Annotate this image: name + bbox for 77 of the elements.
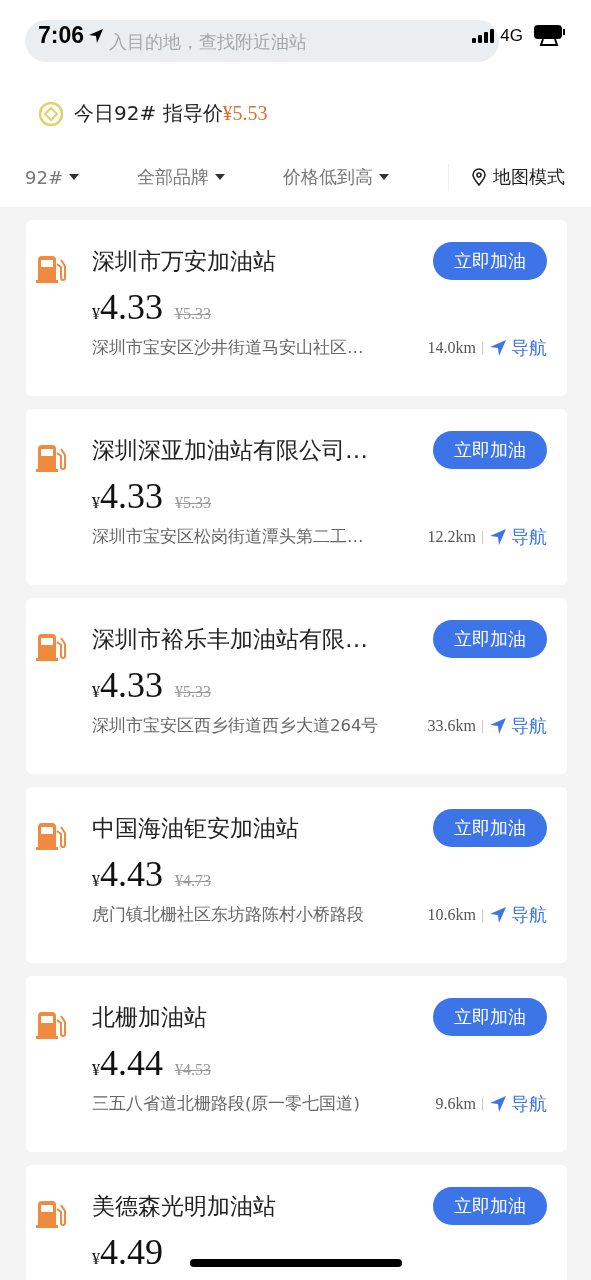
navigation-arrow-icon — [489, 906, 507, 924]
navigate-link[interactable]: 导航 — [489, 1092, 547, 1116]
refuel-button[interactable]: 立即加油 — [433, 1187, 547, 1225]
station-price: 4.33 — [100, 664, 163, 706]
filter-dropdown[interactable]: 全部品牌 — [137, 165, 225, 189]
caret-icon — [379, 174, 389, 180]
currency-symbol: ¥ — [92, 305, 100, 323]
navigation-arrow-icon — [489, 528, 507, 546]
refuel-button[interactable]: 立即加油 — [433, 620, 547, 658]
navigation-arrow-icon — [489, 339, 507, 357]
station-price: 4.43 — [100, 853, 163, 895]
distance: 12.2km — [427, 528, 476, 546]
navigate-link[interactable]: 导航 — [489, 336, 547, 360]
status-time: 7:06 — [38, 22, 85, 49]
coin-icon — [38, 100, 64, 127]
navigate-link[interactable]: 导航 — [489, 525, 547, 549]
refuel-button[interactable]: 立即加油 — [433, 242, 547, 280]
currency-symbol: ¥ — [92, 1061, 100, 1079]
station-address: 深圳市宝安区西乡街道西乡大道264号 — [92, 715, 380, 737]
navigation-arrow-icon — [489, 1095, 507, 1113]
fuel-pump-icon — [36, 254, 66, 284]
filter-dropdown[interactable]: 92# — [25, 166, 79, 188]
currency-symbol: ¥ — [92, 872, 100, 890]
station-name: 美德森光明加油站 — [92, 1191, 276, 1221]
fuel-pump-icon — [36, 632, 66, 662]
station-price: 4.44 — [100, 1042, 163, 1084]
currency-symbol: ¥ — [92, 1250, 100, 1268]
station-name: 深圳市裕乐丰加油站有限… — [92, 624, 368, 654]
fuel-pump-icon — [36, 1199, 66, 1229]
station-card[interactable]: 中国海油钜安加油站 立即加油 ¥4.43 ¥4.73 虎门镇北栅社区东坊路陈村小桥路段 10.6km 导航 — [26, 787, 567, 963]
station-card[interactable]: 美德森光明加油站 立即加油 ¥4.49 — [26, 1165, 567, 1280]
navigate-link[interactable]: 导航 — [489, 903, 547, 927]
currency-symbol: ¥ — [92, 683, 100, 701]
refuel-button[interactable]: 立即加油 — [433, 998, 547, 1036]
station-price: 4.33 — [100, 475, 163, 517]
fuel-pump-icon — [36, 1010, 66, 1040]
station-address: 深圳市宝安区沙井街道马安山社区… — [92, 337, 365, 359]
station-address: 三五八省道北栅路段(原一零七国道) — [92, 1093, 361, 1115]
distance: 33.6km — [427, 717, 476, 735]
station-price: 4.49 — [100, 1231, 163, 1273]
guide-price: ¥5.53 — [222, 102, 268, 125]
caret-icon — [215, 174, 225, 180]
station-address: 虎门镇北栅社区东坊路陈村小桥路段 — [92, 904, 365, 926]
station-card[interactable]: 深圳深亚加油站有限公司… 立即加油 ¥4.33 ¥5.33 深圳市宝安区松岗街道潭头第二工… 12.2km 导航 — [26, 409, 567, 585]
caret-icon — [69, 174, 79, 180]
filter-dropdown[interactable]: 价格低到高 — [283, 165, 389, 189]
original-price: ¥5.33 — [175, 305, 211, 323]
guide-price-label: 今日92# 指导价 — [74, 100, 223, 127]
location-arrow-icon — [88, 27, 105, 44]
refuel-button[interactable]: 立即加油 — [433, 809, 547, 847]
location-pin-icon — [471, 168, 487, 186]
distance: 9.6km — [435, 1095, 476, 1113]
battery-icon — [533, 22, 567, 49]
navigation-arrow-icon — [489, 717, 507, 735]
station-name: 北栅加油站 — [92, 1002, 207, 1032]
fuel-pump-icon — [36, 443, 66, 473]
station-card[interactable]: 深圳市万安加油站 立即加油 ¥4.33 ¥5.33 深圳市宝安区沙井街道马安山社区… 14.0km 导航 — [26, 220, 567, 396]
map-mode-button[interactable]: 地图模式 — [471, 165, 565, 189]
station-name: 深圳深亚加油站有限公司… — [92, 435, 368, 465]
network-label: 4G — [500, 25, 523, 46]
original-price: ¥5.33 — [175, 683, 211, 701]
station-name: 中国海油钜安加油站 — [92, 813, 299, 843]
currency-symbol: ¥ — [92, 494, 100, 512]
station-card[interactable]: 深圳市裕乐丰加油站有限… 立即加油 ¥4.33 ¥5.33 深圳市宝安区西乡街道西乡大道264号 33.6km 导航 — [26, 598, 567, 774]
station-card[interactable]: 北栅加油站 立即加油 ¥4.44 ¥4.53 三五八省道北栅路段(原一零七国道) 9.6km 导航 — [26, 976, 567, 1152]
original-price: ¥4.73 — [175, 872, 211, 890]
original-price: ¥4.53 — [175, 1061, 211, 1079]
signal-icon — [472, 28, 495, 43]
distance: 10.6km — [427, 906, 476, 924]
original-price: ¥5.33 — [175, 494, 211, 512]
navigate-link[interactable]: 导航 — [489, 714, 547, 738]
station-name: 深圳市万安加油站 — [92, 246, 276, 276]
station-address: 深圳市宝安区松岗街道潭头第二工… — [92, 526, 365, 548]
station-price: 4.33 — [100, 286, 163, 328]
refuel-button[interactable]: 立即加油 — [433, 431, 547, 469]
distance: 14.0km — [427, 339, 476, 357]
fuel-pump-icon — [36, 821, 66, 851]
